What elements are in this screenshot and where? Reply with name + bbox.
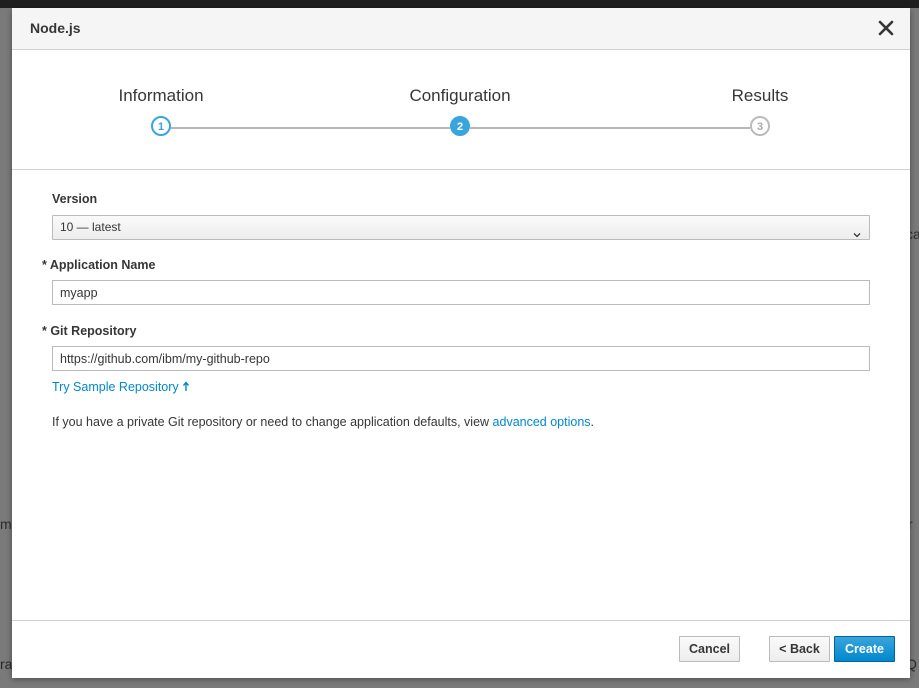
modal-footer: Cancel < Back Create xyxy=(12,620,910,678)
create-button[interactable]: Create xyxy=(834,636,895,662)
wizard-steps: Information 1 Configuration 2 Results 3 xyxy=(12,50,910,170)
step-label-results: Results xyxy=(731,86,789,105)
backdrop-top-bar xyxy=(0,0,919,8)
git-repository-label: * Git Repository xyxy=(42,324,137,338)
version-label: Version xyxy=(52,192,98,206)
step-connector xyxy=(170,127,450,129)
application-name-input[interactable] xyxy=(52,280,870,305)
help-text-prefix: If you have a private Git repository or … xyxy=(52,415,493,429)
version-select[interactable]: 10 — latest xyxy=(52,215,870,240)
step-label-information[interactable]: Information xyxy=(118,86,203,106)
advanced-options-link[interactable]: advanced options xyxy=(493,415,591,429)
application-name-label: * Application Name xyxy=(42,258,156,272)
chevron-down-icon xyxy=(853,224,861,238)
background-text: ra xyxy=(0,656,13,672)
advanced-options-help: If you have a private Git repository or … xyxy=(52,415,594,429)
step-circle-1[interactable]: 1 xyxy=(151,116,171,136)
modal-header: Node.js xyxy=(12,8,910,50)
step-label-configuration[interactable]: Configuration xyxy=(409,86,510,106)
modal-dialog: Node.js Information 1 Configuration 2 Re… xyxy=(12,8,910,678)
cancel-button[interactable]: Cancel xyxy=(679,636,740,662)
step-circle-3: 3 xyxy=(750,116,770,136)
git-repository-input[interactable] xyxy=(52,346,870,371)
help-text-suffix: . xyxy=(590,415,595,429)
background-text: m xyxy=(0,516,12,532)
try-sample-repository-link[interactable]: Try Sample Repository xyxy=(52,380,190,394)
close-icon[interactable] xyxy=(876,18,896,38)
try-sample-repository-label: Try Sample Repository xyxy=(52,380,179,394)
step-circle-2[interactable]: 2 xyxy=(450,116,470,136)
back-button[interactable]: < Back xyxy=(769,636,830,662)
arrow-up-icon xyxy=(182,380,190,394)
step-connector xyxy=(470,127,750,129)
modal-title: Node.js xyxy=(30,20,81,36)
version-select-value: 10 — latest xyxy=(60,220,121,234)
